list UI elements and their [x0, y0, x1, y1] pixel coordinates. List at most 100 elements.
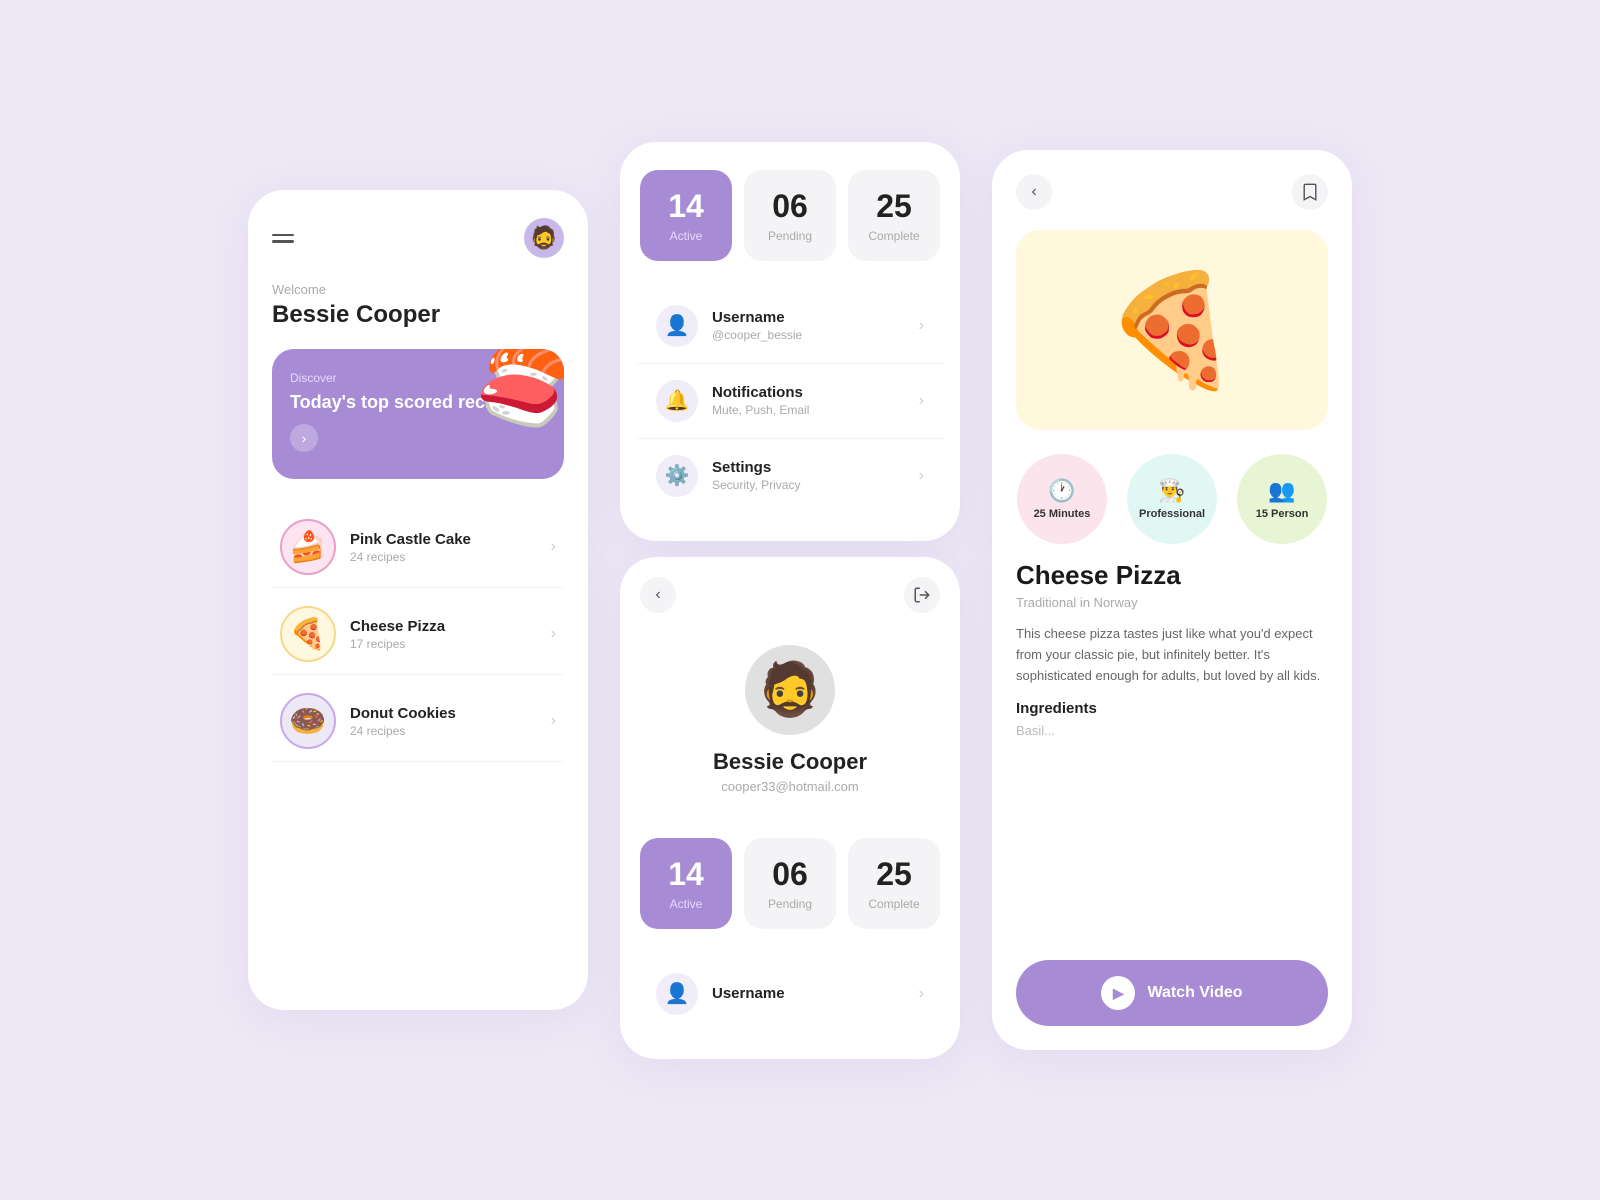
- logout-btn[interactable]: [904, 577, 940, 613]
- cake-name: Pink Castle Cake: [350, 531, 551, 548]
- back-btn-profile[interactable]: ‹: [640, 577, 676, 613]
- stat-active: 14 Active: [640, 170, 732, 261]
- welcome-label: Welcome: [272, 282, 564, 297]
- donut-info: Donut Cookies 24 recipes: [350, 705, 551, 738]
- recipe-origin: Traditional in Norway: [1016, 595, 1328, 610]
- stat-active-label: Active: [670, 229, 703, 243]
- user-avatar-large: 🧔: [745, 645, 835, 735]
- banner-food-emoji: 🍣: [467, 349, 564, 441]
- back-btn-detail[interactable]: ‹: [1016, 174, 1052, 210]
- badge-level: 👨‍🍳 Professional: [1127, 454, 1217, 544]
- stat-complete-label: Complete: [868, 229, 919, 243]
- bookmark-btn[interactable]: [1292, 174, 1328, 210]
- stat-active-2: 14 Active: [640, 838, 732, 929]
- menu-settings[interactable]: ⚙️ Settings Security, Privacy ›: [636, 439, 944, 513]
- top-bar: 🧔: [272, 218, 564, 258]
- username-title-2: Username: [712, 985, 919, 1002]
- settings-info: Settings Security, Privacy: [712, 459, 919, 492]
- stat-pending-label: Pending: [768, 229, 812, 243]
- username-icon: 👤: [656, 305, 698, 347]
- cake-chevron-icon: ›: [551, 538, 556, 556]
- pizza-info: Cheese Pizza 17 recipes: [350, 618, 551, 651]
- clock-icon: 🕐: [1048, 478, 1075, 504]
- recipe-image: 🍕: [1016, 230, 1328, 430]
- donut-chevron-icon: ›: [551, 712, 556, 730]
- play-icon: ▶: [1101, 976, 1135, 1010]
- badge-serving-label: 15 Person: [1256, 508, 1309, 520]
- ingredients-preview: Basil...: [1016, 723, 1328, 738]
- hamburger-menu[interactable]: [272, 234, 294, 243]
- stat-pending-num-2: 06: [772, 856, 808, 893]
- username-sub: @cooper_bessie: [712, 328, 919, 342]
- menu-section-partial: 👤 Username ›: [636, 949, 944, 1039]
- profile-card-group: 14 Active 06 Pending 25 Complete 👤 Usern…: [620, 142, 960, 1059]
- badge-time: 🕐 25 Minutes: [1017, 454, 1107, 544]
- stat-complete-2: 25 Complete: [848, 838, 940, 929]
- settings-icon: ⚙️: [656, 455, 698, 497]
- stats-row-profile: 14 Active 06 Pending 25 Complete: [620, 838, 960, 949]
- recipe-badges: 🕐 25 Minutes 👨‍🍳 Professional 👥 15 Perso…: [992, 430, 1352, 552]
- username-title: Username: [712, 309, 919, 326]
- settings-chevron-icon: ›: [919, 467, 924, 485]
- user-avatar-small[interactable]: 🧔: [524, 218, 564, 258]
- stat-pending-label-2: Pending: [768, 897, 812, 911]
- banner-arrow-btn[interactable]: ›: [290, 424, 318, 452]
- recipe-detail-card: ‹ 🍕 🕐 25 Minutes 👨‍🍳 Professional 👥 15 P…: [992, 150, 1352, 1050]
- menu-username[interactable]: 👤 Username @cooper_bessie ›: [636, 289, 944, 364]
- stat-pending: 06 Pending: [744, 170, 836, 261]
- username-icon-2: 👤: [656, 973, 698, 1015]
- username-chevron-icon: ›: [919, 317, 924, 335]
- home-card: 🧔 Welcome Bessie Cooper Discover Today's…: [248, 190, 588, 1010]
- stat-complete-label-2: Complete: [868, 897, 919, 911]
- donut-icon: 🍩: [280, 693, 336, 749]
- watch-video-button[interactable]: ▶ Watch Video: [1016, 960, 1328, 1026]
- back-arrow-icon: ‹: [1031, 183, 1036, 201]
- notifications-chevron-icon: ›: [919, 392, 924, 410]
- notifications-info: Notifications Mute, Push, Email: [712, 384, 919, 417]
- badge-level-label: Professional: [1139, 508, 1205, 520]
- watch-btn-label: Watch Video: [1147, 984, 1242, 1002]
- recipe-description: This cheese pizza tastes just like what …: [1016, 624, 1328, 686]
- discover-banner[interactable]: Discover Today's top scored recipe! › 🍣: [272, 349, 564, 479]
- menu-notifications[interactable]: 🔔 Notifications Mute, Push, Email ›: [636, 364, 944, 439]
- notifications-icon: 🔔: [656, 380, 698, 422]
- stat-active-label-2: Active: [670, 897, 703, 911]
- stat-complete: 25 Complete: [848, 170, 940, 261]
- stats-menu-card: 14 Active 06 Pending 25 Complete 👤 Usern…: [620, 142, 960, 541]
- cake-count: 24 recipes: [350, 550, 551, 564]
- settings-title: Settings: [712, 459, 919, 476]
- recipe-details: Cheese Pizza Traditional in Norway This …: [992, 552, 1352, 948]
- ingredients-label: Ingredients: [1016, 700, 1328, 717]
- donut-count: 24 recipes: [350, 724, 551, 738]
- pizza-icon: 🍕: [280, 606, 336, 662]
- chef-icon: 👨‍🍳: [1158, 478, 1185, 504]
- detail-top-bar: ‹: [992, 150, 1352, 222]
- menu-username-2[interactable]: 👤 Username ›: [636, 957, 944, 1031]
- recipe-item-cake[interactable]: 🍰 Pink Castle Cake 24 recipes ›: [272, 507, 564, 588]
- stat-pending-2: 06 Pending: [744, 838, 836, 929]
- recipe-title: Cheese Pizza: [1016, 560, 1328, 591]
- stat-active-num-2: 14: [668, 856, 704, 893]
- username-chevron-icon-2: ›: [919, 985, 924, 1003]
- cake-icon: 🍰: [280, 519, 336, 575]
- profile-email: cooper33@hotmail.com: [721, 779, 858, 794]
- pizza-count: 17 recipes: [350, 637, 551, 651]
- recipe-list: 🍰 Pink Castle Cake 24 recipes › 🍕 Cheese…: [272, 507, 564, 762]
- stat-complete-num: 25: [876, 188, 912, 225]
- cake-info: Pink Castle Cake 24 recipes: [350, 531, 551, 564]
- donut-name: Donut Cookies: [350, 705, 551, 722]
- badge-time-label: 25 Minutes: [1034, 508, 1091, 520]
- pizza-chevron-icon: ›: [551, 625, 556, 643]
- username-info: Username @cooper_bessie: [712, 309, 919, 342]
- recipe-item-pizza[interactable]: 🍕 Cheese Pizza 17 recipes ›: [272, 594, 564, 675]
- settings-menu: 👤 Username @cooper_bessie › 🔔 Notificati…: [636, 281, 944, 521]
- stats-row-top: 14 Active 06 Pending 25 Complete: [620, 142, 960, 281]
- stat-complete-num-2: 25: [876, 856, 912, 893]
- settings-sub: Security, Privacy: [712, 478, 919, 492]
- profile-name: Bessie Cooper: [713, 749, 867, 775]
- person-icon: 👥: [1268, 478, 1295, 504]
- recipe-item-donut[interactable]: 🍩 Donut Cookies 24 recipes ›: [272, 681, 564, 762]
- stat-pending-num: 06: [772, 188, 808, 225]
- username-info-2: Username: [712, 985, 919, 1002]
- notifications-sub: Mute, Push, Email: [712, 403, 919, 417]
